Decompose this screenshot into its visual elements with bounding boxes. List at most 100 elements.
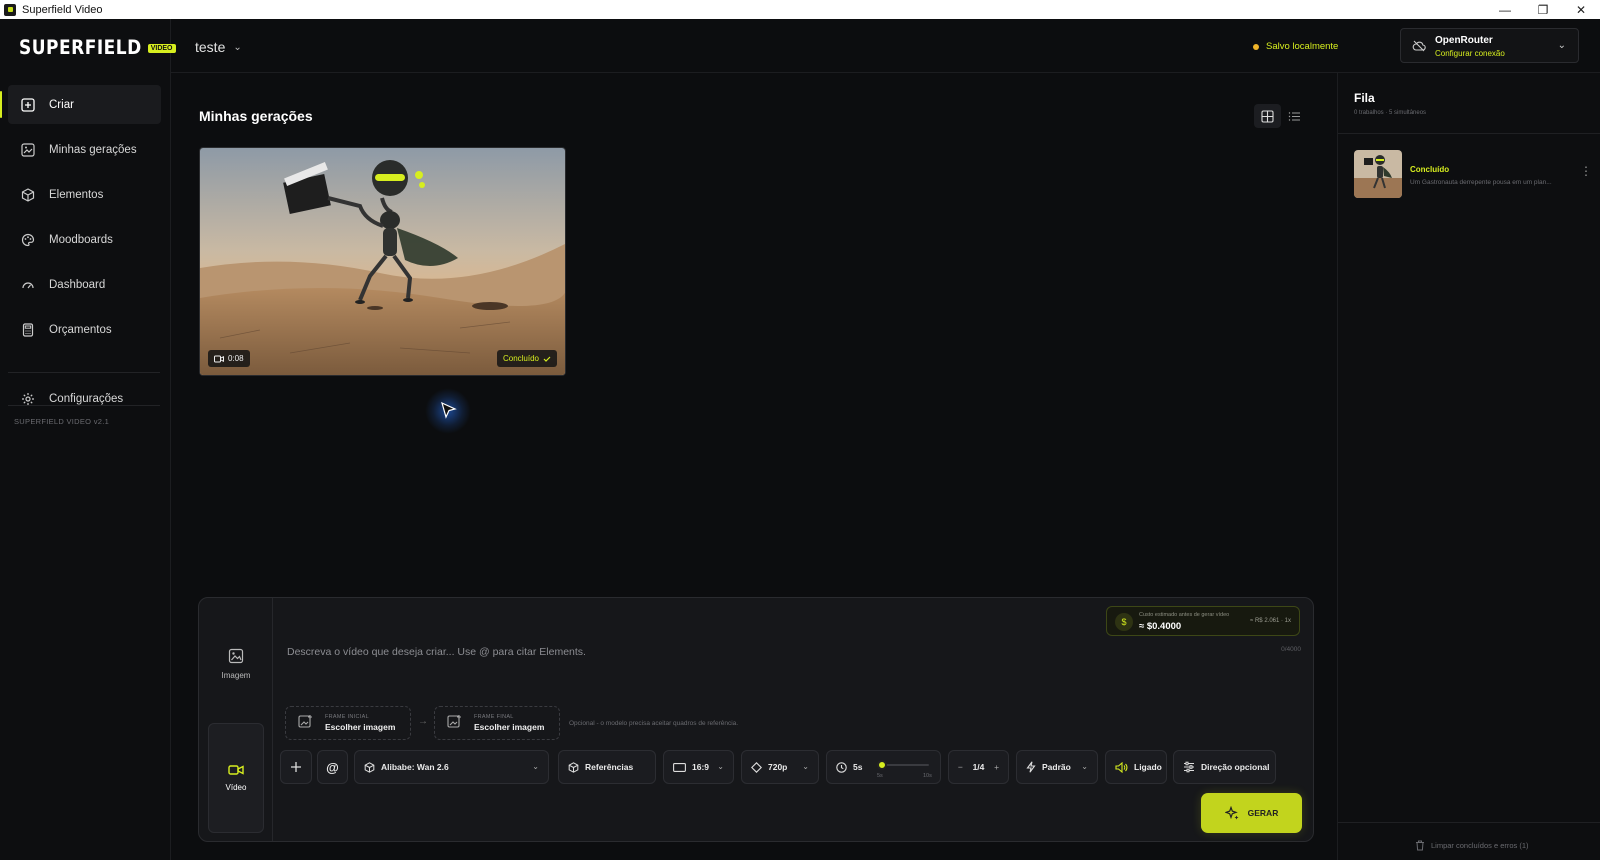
style-value: Padrão xyxy=(1042,762,1071,772)
sidebar-item-minhas-geracoes[interactable]: Minhas gerações xyxy=(8,130,161,169)
trash-icon xyxy=(1416,840,1424,851)
gauge-icon xyxy=(20,277,36,293)
aspect-ratio-icon xyxy=(673,762,686,772)
more-options-icon[interactable]: ⋮ xyxy=(1580,164,1592,178)
add-button[interactable] xyxy=(280,750,312,784)
generation-card[interactable]: 0:08 Concluído xyxy=(199,147,566,376)
speaker-icon xyxy=(1115,761,1128,773)
mode-image-label: Imagem xyxy=(221,671,251,680)
list-icon xyxy=(1288,111,1300,121)
sidebar-item-label: Dashboard xyxy=(49,278,106,291)
app-icon xyxy=(4,3,16,16)
frame-start-value: Escolher imagem xyxy=(325,722,396,732)
plus-icon xyxy=(291,762,301,772)
frame-arrow: → xyxy=(418,716,428,727)
sidebar-item-dashboard[interactable]: Dashboard xyxy=(8,265,161,304)
connection-name: OpenRouter xyxy=(1435,35,1493,46)
references-label: Referências xyxy=(585,762,634,772)
sidebar-item-elementos[interactable]: Elementos xyxy=(8,175,161,214)
top-header: teste ⌄ Salvo localmente OpenRouter Conf… xyxy=(171,19,1600,73)
frame-start-kicker: FRAME INICIAL xyxy=(325,714,369,720)
prompt-composer: Imagem Vídeo Descreva o vídeo que deseja… xyxy=(198,597,1314,842)
duration-slider-track[interactable] xyxy=(881,764,929,766)
prompt-input[interactable]: Descreva o vídeo que deseja criar... Use… xyxy=(287,646,586,658)
duration-value: 5s xyxy=(853,762,863,772)
queue-item[interactable]: Concluído Um Gastronauta derrepente pous… xyxy=(1354,150,1594,198)
clear-completed-button[interactable]: Limpar concluídos e erros (1) xyxy=(1415,840,1529,851)
queue-item-thumbnail xyxy=(1354,150,1402,198)
cube-icon xyxy=(364,761,375,773)
frame-end-picker[interactable]: FRAME FINAL Escolher imagem xyxy=(434,706,560,740)
mode-column: Imagem Vídeo xyxy=(199,598,273,841)
status-label: Concluído xyxy=(502,354,539,363)
queue-divider xyxy=(1338,133,1600,134)
connection-selector[interactable]: OpenRouter Configurar conexão ⌄ xyxy=(1400,28,1579,63)
window-title: Superfield Video xyxy=(22,3,103,16)
list-view-button[interactable] xyxy=(1281,104,1308,128)
increment-button[interactable]: + xyxy=(994,762,999,772)
direction-button[interactable]: Direção opcional xyxy=(1173,750,1276,784)
video-thumbnail xyxy=(200,148,565,375)
references-button[interactable]: Referências xyxy=(558,750,656,784)
decrement-button[interactable]: − xyxy=(958,762,963,772)
direction-label: Direção opcional xyxy=(1201,762,1270,772)
cost-brl: ≈ R$ 2.061 · 1x xyxy=(1250,618,1291,624)
cube-icon xyxy=(568,761,579,773)
close-button[interactable]: ✕ xyxy=(1562,0,1600,19)
generate-label: GERAR xyxy=(1247,808,1279,818)
model-select[interactable]: Alibabe: Wan 2.6 ⌄ xyxy=(354,750,549,784)
chevron-down-icon: ⌄ xyxy=(717,762,724,771)
sliders-icon xyxy=(1183,761,1195,773)
queue-subtitle: 0 trabalhos · 5 simultâneos xyxy=(1354,110,1427,116)
queue-item-status: Concluído xyxy=(1410,165,1450,174)
resolution-value: 720p xyxy=(768,762,788,772)
project-selector[interactable]: teste ⌄ xyxy=(195,39,242,55)
chevron-down-icon: ⌄ xyxy=(1081,762,1088,771)
generate-button[interactable]: GERAR xyxy=(1201,793,1302,833)
duration-max: 10s xyxy=(923,773,932,779)
cost-label: Custo estimado antes de gerar vídeo xyxy=(1139,612,1230,618)
sidebar-item-label: Minhas gerações xyxy=(49,143,137,156)
plus-square-icon xyxy=(20,97,36,113)
restore-button[interactable]: ❐ xyxy=(1524,0,1562,19)
view-toggle xyxy=(1254,104,1308,128)
frame-start-picker[interactable]: FRAME INICIAL Escolher imagem xyxy=(285,706,411,740)
queue-title: Fila xyxy=(1354,91,1375,105)
sidebar-item-orcamentos[interactable]: Orçamentos xyxy=(8,310,161,349)
style-select[interactable]: Padrão ⌄ xyxy=(1016,750,1098,784)
sidebar-item-criar[interactable]: Criar xyxy=(0,85,161,124)
sidebar-item-configuracoes[interactable]: Configurações xyxy=(8,379,161,418)
save-status: Salvo localmente xyxy=(1253,41,1338,52)
sidebar-item-moodboards[interactable]: Moodboards xyxy=(8,220,161,259)
sidebar: SUPERFIELD VIDEO Criar Minhas gerações E… xyxy=(0,19,176,860)
brand-logo[interactable]: SUPERFIELD VIDEO xyxy=(19,36,176,60)
count-stepper: − 1/4 + xyxy=(948,750,1009,784)
mode-video-label: Vídeo xyxy=(225,783,247,792)
minimize-button[interactable]: — xyxy=(1486,0,1524,19)
grid-view-button[interactable] xyxy=(1254,104,1281,128)
mode-image-button[interactable]: Imagem xyxy=(208,648,264,680)
palette-icon xyxy=(20,232,36,248)
resolution-select[interactable]: 720p ⌄ xyxy=(741,750,819,784)
duration-slider-handle[interactable] xyxy=(877,760,887,770)
grid-icon xyxy=(1261,109,1274,123)
calculator-icon xyxy=(20,322,36,338)
configure-connection-link[interactable]: Configurar conexão xyxy=(1435,49,1505,58)
aspect-select[interactable]: 16:9 ⌄ xyxy=(663,750,734,784)
chevron-down-icon: ⌄ xyxy=(1557,40,1566,51)
sparkles-icon xyxy=(1224,805,1240,821)
video-camera-icon xyxy=(214,355,224,362)
frame-end-value: Escolher imagem xyxy=(474,722,545,732)
window-controls: — ❐ ✕ xyxy=(1486,0,1600,19)
audio-toggle[interactable]: Ligado xyxy=(1105,750,1167,784)
video-camera-icon xyxy=(228,764,244,778)
clock-icon xyxy=(836,761,847,773)
brand-wordmark: SUPERFIELD xyxy=(19,36,142,60)
status-badge: Concluído xyxy=(496,350,557,367)
mention-button[interactable]: @ xyxy=(317,750,348,784)
check-icon xyxy=(543,356,551,362)
queue-footer-divider xyxy=(1338,822,1600,823)
char-counter: 0/4000 xyxy=(1281,646,1301,653)
mode-video-button[interactable]: Vídeo xyxy=(208,723,264,833)
sidebar-divider xyxy=(8,405,160,406)
